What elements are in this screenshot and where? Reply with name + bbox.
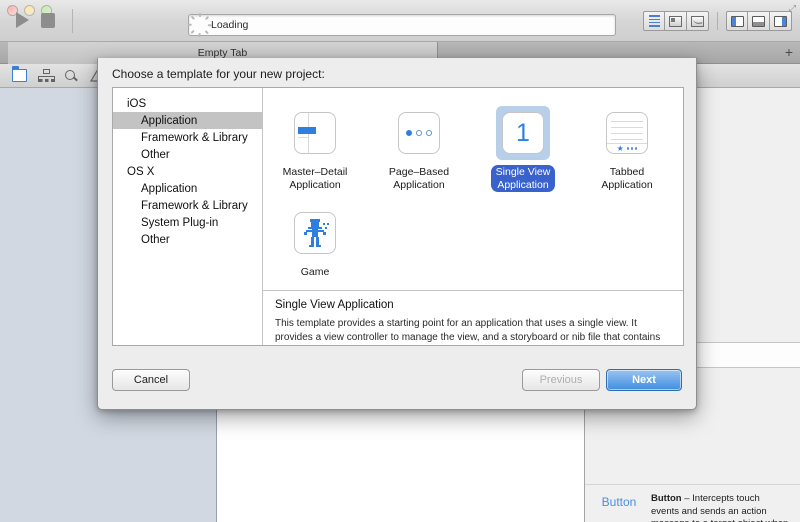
template-label-line1: Master–Detail (282, 166, 348, 178)
standard-editor-button[interactable] (643, 11, 665, 31)
navigator-pane-icon (730, 15, 744, 27)
single-view-icon-wrap: 1 (496, 106, 550, 160)
master-detail-icon-wrap (288, 106, 342, 160)
template-label-line2: Application (601, 178, 653, 191)
template-tabbed-application[interactable]: ★ Tabbed Application (577, 102, 677, 192)
tabbed-icon: ★ (606, 112, 648, 154)
library-item-button-name: Button (651, 493, 682, 504)
next-button[interactable]: Next (606, 369, 682, 391)
template-label-line1: Game (300, 266, 330, 278)
find-navigator-icon[interactable] (64, 69, 79, 82)
template-label: Game (296, 265, 335, 280)
fullscreen-icon[interactable]: ⤢ (789, 3, 796, 14)
template-page-based-application[interactable]: Page–Based Application (369, 102, 469, 192)
template-grid: Master–Detail Application Page–Based App… (263, 88, 683, 290)
game-sprite-icon (304, 219, 329, 247)
editor-mode-group (643, 11, 709, 31)
previous-button[interactable]: Previous (522, 369, 600, 391)
window-titlebar: Loading ⤢ (0, 0, 800, 42)
standard-editor-icon (648, 14, 660, 28)
toolbar-divider (717, 12, 718, 30)
library-item-button[interactable]: Button Button – Intercepts touch events … (585, 484, 800, 522)
debug-pane-icon (752, 15, 765, 27)
sheet-body: iOS Application Framework & Library Othe… (112, 87, 684, 346)
dots-icon (626, 147, 638, 150)
page-based-icon (398, 112, 440, 154)
toggle-navigator-button[interactable] (726, 11, 748, 31)
sidebar-item-osx-system-plugin[interactable]: System Plug-in (113, 214, 262, 231)
template-label-line2: Application (497, 178, 549, 191)
add-tab-button[interactable]: + (785, 45, 793, 59)
new-project-sheet: Choose a template for your new project: … (97, 58, 697, 410)
template-description: Single View Application This template pr… (263, 289, 683, 345)
template-game[interactable]: Game (265, 202, 365, 280)
platform-sidebar: iOS Application Framework & Library Othe… (113, 88, 263, 345)
template-single-view-application[interactable]: 1 Single View Application (473, 102, 573, 192)
toolbar-separator (72, 9, 73, 33)
run-button[interactable] (16, 12, 29, 28)
assistant-editor-icon (669, 15, 682, 27)
sidebar-group-osx: OS X (127, 165, 155, 178)
description-title: Single View Application (275, 298, 394, 311)
template-label: Master–Detail Application (278, 165, 353, 192)
sidebar-item-osx-framework-library[interactable]: Framework & Library (113, 197, 262, 214)
template-label-line1: Single View (495, 166, 551, 178)
cancel-button[interactable]: Cancel (112, 369, 190, 391)
sheet-title: Choose a template for your new project: (112, 67, 325, 81)
button-preview: Button (595, 493, 643, 522)
symbol-navigator-icon[interactable] (38, 69, 55, 82)
tabbed-icon-bar: ★ (607, 143, 647, 153)
toggle-utilities-button[interactable] (770, 11, 792, 31)
tabbed-icon-wrap: ★ (600, 106, 654, 160)
sheet-footer: Cancel Previous Next (98, 353, 696, 409)
single-view-icon: 1 (502, 112, 544, 154)
sidebar-item-osx-application[interactable]: Application (113, 180, 262, 197)
sheet-main: Master–Detail Application Page–Based App… (263, 88, 683, 345)
template-label: Page–Based Application (384, 165, 454, 192)
star-icon: ★ (616, 143, 624, 153)
template-label-line2: Application (393, 178, 445, 191)
sidebar-item-ios-application[interactable]: Application (113, 112, 262, 129)
version-editor-button[interactable] (687, 11, 709, 31)
view-toggle-group (726, 11, 792, 31)
template-label: Tabbed Application (596, 165, 657, 192)
description-text: This template provides a starting point … (275, 317, 661, 343)
activity-status-label: Loading (211, 19, 249, 31)
sidebar-item-ios-framework-library[interactable]: Framework & Library (113, 129, 262, 146)
xcode-window: ction y sized amount of Button Button – … (0, 0, 800, 522)
template-master-detail-application[interactable]: Master–Detail Application (265, 102, 365, 192)
toolbar-right-group (643, 11, 792, 31)
sidebar-item-osx-other[interactable]: Other (113, 231, 262, 248)
version-editor-icon (691, 15, 704, 27)
template-label-line1: Page–Based (388, 166, 450, 178)
loading-spinner-icon (187, 13, 212, 37)
template-label-line1: Tabbed (609, 166, 645, 178)
activity-view: Loading (187, 13, 616, 37)
page-based-icon-wrap (392, 106, 446, 160)
master-detail-icon (294, 112, 336, 154)
stop-button[interactable] (41, 12, 55, 28)
template-label: Single View Application (490, 165, 556, 192)
assistant-editor-button[interactable] (665, 11, 687, 31)
template-label-line2: Application (289, 178, 341, 191)
project-navigator-icon[interactable] (11, 66, 27, 82)
sidebar-group-ios: iOS (127, 97, 147, 110)
utilities-pane-icon (774, 15, 787, 27)
run-stop-group (16, 12, 55, 28)
game-icon (294, 212, 336, 254)
game-icon-wrap (288, 206, 342, 260)
sidebar-item-ios-other[interactable]: Other (113, 146, 262, 163)
library-item-button-text: Button – Intercepts touch events and sen… (651, 493, 790, 522)
toggle-debug-area-button[interactable] (748, 11, 770, 31)
button-preview-label: Button (601, 495, 637, 509)
